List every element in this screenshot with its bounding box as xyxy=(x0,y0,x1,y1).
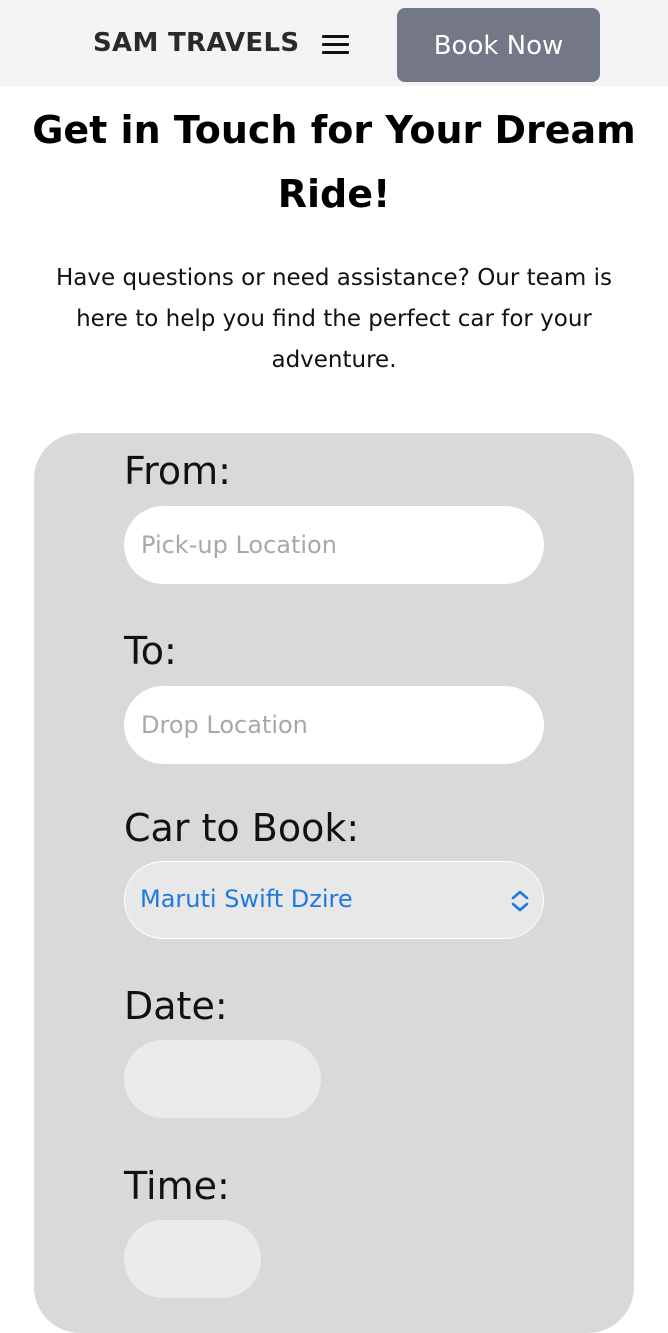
time-label: Time: xyxy=(124,1164,230,1208)
book-now-button[interactable]: Book Now xyxy=(397,8,600,82)
to-label: To: xyxy=(124,629,177,673)
car-select[interactable]: Maruti Swift Dzire xyxy=(124,861,544,939)
from-input[interactable]: Pick-up Location xyxy=(124,506,544,584)
page-title: Get in Touch for Your Dream Ride! xyxy=(32,108,636,216)
date-label: Date: xyxy=(124,984,228,1028)
car-label: Car to Book: xyxy=(124,806,360,850)
time-input[interactable] xyxy=(124,1220,261,1298)
chevron-up-down-icon xyxy=(511,890,529,912)
booking-form: From: Pick-up Location To: Drop Location… xyxy=(34,433,634,1333)
hamburger-menu-icon[interactable] xyxy=(318,30,354,60)
date-input[interactable] xyxy=(124,1040,321,1118)
car-select-value: Maruti Swift Dzire xyxy=(140,885,353,913)
page-description: Have questions or need assistance? Our t… xyxy=(56,265,612,373)
from-label: From: xyxy=(124,449,231,493)
brand-logo-text[interactable]: SAM TRAVELS xyxy=(93,28,299,58)
to-input[interactable]: Drop Location xyxy=(124,686,544,764)
top-navbar: SAM TRAVELS Book Now xyxy=(0,0,668,86)
